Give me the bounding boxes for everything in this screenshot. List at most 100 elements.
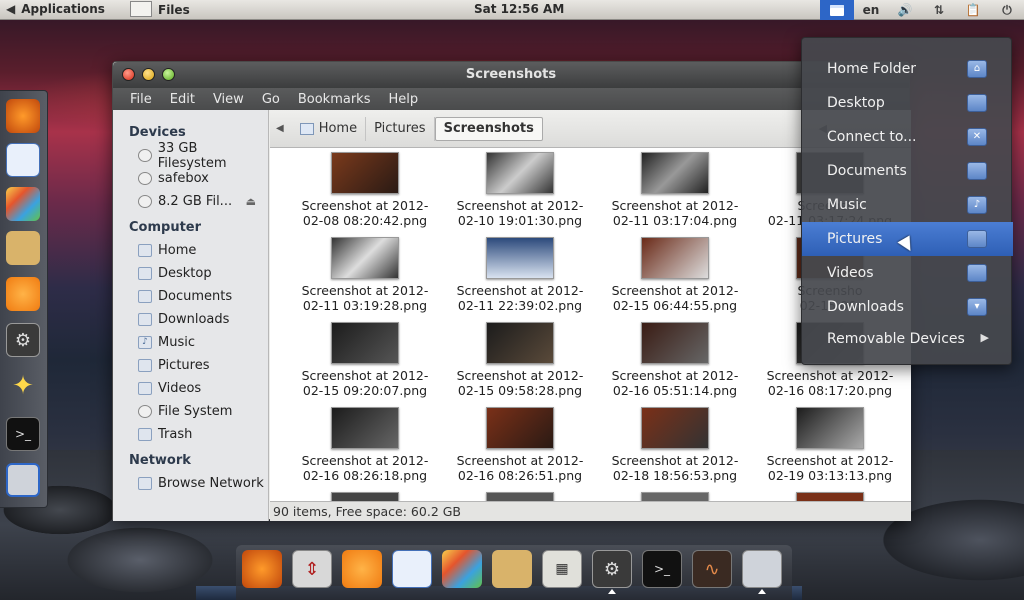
maximize-button[interactable] <box>162 68 175 81</box>
window-titlebar[interactable]: Screenshots <box>113 62 909 88</box>
file-name-line: 02-19 03:13:13.png <box>767 468 893 483</box>
file-item[interactable]: Screenshot at 2012- 02-08 08:20:42.png <box>290 148 440 228</box>
back-arrow-icon: ◀ <box>6 2 16 16</box>
text-editor-icon[interactable] <box>492 550 532 588</box>
menu-help[interactable]: Help <box>379 92 427 107</box>
file-item-partial[interactable] <box>290 488 440 501</box>
file-name-line: Screenshot at 2012- <box>456 283 584 298</box>
file-name-line: Screenshot at 2012- <box>456 453 584 468</box>
terminal-icon[interactable]: >_ <box>642 550 682 588</box>
file-item[interactable]: Screenshot at 2012- 02-15 09:20:07.png <box>290 318 440 398</box>
file-item-partial[interactable] <box>600 488 750 501</box>
sidebar-item-home[interactable]: Home <box>113 239 268 262</box>
thumbnail <box>486 407 554 449</box>
file-item[interactable]: Screenshot at 2012- 02-11 22:39:02.png <box>445 233 595 313</box>
sidebar-item-videos[interactable]: Videos <box>113 377 268 400</box>
menu-item-removable-devices[interactable]: Removable Devices ▶ <box>802 322 1013 356</box>
terminal-icon[interactable]: >_ <box>6 417 40 451</box>
clock[interactable]: Sat 12:56 AM <box>474 2 564 16</box>
file-item-partial[interactable] <box>445 488 595 501</box>
file-name-line: Screenshot at 2012- <box>301 283 429 298</box>
paint-palette-icon[interactable] <box>442 550 482 588</box>
menu-item-documents[interactable]: Documents <box>802 154 1013 188</box>
file-item[interactable]: Screenshot at 2012- 02-10 19:01:30.png <box>445 148 595 228</box>
menu-item-music[interactable]: Music ♪ <box>802 188 1013 222</box>
file-cabinet-icon[interactable] <box>6 463 40 497</box>
sidebar-item-file-system[interactable]: File System <box>113 400 268 423</box>
sidebar-item-downloads[interactable]: Downloads <box>113 308 268 331</box>
menu-item-videos[interactable]: Videos <box>802 256 1013 290</box>
file-item[interactable]: Screenshot at 2012- 02-15 06:44:55.png <box>600 233 750 313</box>
thumbnail <box>641 237 709 279</box>
running-indicator <box>758 589 766 594</box>
file-item[interactable]: Screenshot at 2012- 02-19 03:13:13.png <box>755 403 905 483</box>
breadcrumb-screenshots[interactable]: Screenshots <box>434 116 543 141</box>
writer-icon[interactable] <box>392 550 432 588</box>
session-icon[interactable]: ⏻ <box>990 0 1024 20</box>
sidebar-item-trash[interactable]: Trash <box>113 423 268 446</box>
files-app-indicator[interactable]: Files <box>130 1 190 17</box>
file-item[interactable]: Screenshot at 2012- 02-18 18:56:53.png <box>600 403 750 483</box>
paint-palette-icon[interactable] <box>6 187 40 221</box>
minimize-button[interactable] <box>142 68 155 81</box>
file-name-line: Screenshot at 2012- <box>456 198 584 213</box>
thumbnail <box>796 407 864 449</box>
calculator-icon[interactable]: ▦ <box>542 550 582 588</box>
menu-bookmarks[interactable]: Bookmarks <box>289 92 380 107</box>
menu-item-home-folder[interactable]: Home Folder ⌂ <box>802 52 1013 86</box>
sidebar-item-music[interactable]: ♪ Music <box>113 331 268 354</box>
network-icon[interactable]: ⇅ <box>922 0 956 20</box>
file-item[interactable]: Screenshot at 2012- 02-15 09:58:28.png <box>445 318 595 398</box>
settings-gear-icon[interactable]: ⚙ <box>6 323 40 357</box>
menu-item-downloads[interactable]: Downloads ▾ <box>802 290 1013 324</box>
sidebar-item-browse-network[interactable]: Browse Network <box>113 472 268 495</box>
file-item[interactable]: Screenshot at 2012- 02-11 03:17:04.png <box>600 148 750 228</box>
writer-icon[interactable] <box>6 143 40 177</box>
settings-gear-icon[interactable]: ⚙ <box>592 550 632 588</box>
system-monitor-icon[interactable]: ∿ <box>692 550 732 588</box>
firefox-icon[interactable] <box>242 550 282 588</box>
sidebar-item-filesystem-8gb[interactable]: 8.2 GB Fil... ⏏ <box>113 190 268 213</box>
thumbnail <box>486 237 554 279</box>
menu-view[interactable]: View <box>204 92 253 107</box>
clipboard-icon[interactable]: 📋 <box>956 0 990 20</box>
menu-edit[interactable]: Edit <box>161 92 204 107</box>
sidebar-item-desktop[interactable]: Desktop <box>113 262 268 285</box>
file-item[interactable]: Screenshot at 2012- 02-16 08:26:51.png <box>445 403 595 483</box>
volume-icon[interactable]: 🔊 <box>888 0 922 20</box>
file-item[interactable]: Screenshot at 2012- 02-11 03:19:28.png <box>290 233 440 313</box>
breadcrumb-pictures[interactable]: Pictures <box>366 116 435 141</box>
sidebar-item-pictures[interactable]: Pictures <box>113 354 268 377</box>
file-name-line: 02-11 22:39:02.png <box>457 298 583 313</box>
places-indicator[interactable] <box>820 0 854 20</box>
file-item[interactable]: Screenshot at 2012- 02-16 08:26:18.png <box>290 403 440 483</box>
firefox-icon[interactable] <box>6 99 40 133</box>
menu-go[interactable]: Go <box>253 92 289 107</box>
orange-app-icon[interactable] <box>342 550 382 588</box>
file-item-partial[interactable] <box>755 488 905 501</box>
breadcrumb-home[interactable]: Home <box>292 116 367 141</box>
eject-icon[interactable]: ⏏ <box>246 195 256 208</box>
keyboard-layout-indicator[interactable]: en <box>854 0 888 20</box>
videos-icon <box>138 382 152 395</box>
text-editor-icon[interactable] <box>6 231 40 265</box>
running-indicator <box>608 589 616 594</box>
sidebar-item-label: Browse Network <box>158 476 264 491</box>
close-button[interactable] <box>122 68 135 81</box>
update-manager-icon[interactable]: ⇕ <box>292 550 332 588</box>
star-icon[interactable]: ✦ <box>6 369 40 403</box>
sidebar-item-filesystem-33gb[interactable]: 33 GB Filesystem <box>113 141 268 171</box>
sidebar-heading-computer: Computer <box>129 220 202 235</box>
file-item[interactable]: Screenshot at 2012- 02-16 05:51:14.png <box>600 318 750 398</box>
downloads-icon <box>138 313 152 326</box>
menu-file[interactable]: File <box>121 92 161 107</box>
sidebar-item-documents[interactable]: Documents <box>113 285 268 308</box>
menu-item-connect-to[interactable]: Connect to... ✕ <box>802 120 1013 154</box>
orange-app-icon[interactable] <box>6 277 40 311</box>
thumbnail <box>486 152 554 194</box>
path-left-arrow-icon[interactable]: ◀ <box>276 123 284 134</box>
menu-item-desktop[interactable]: Desktop <box>802 86 1013 120</box>
file-cabinet-icon[interactable] <box>742 550 782 588</box>
applications-menu[interactable]: ◀ Applications <box>6 2 105 16</box>
sidebar-item-label: Trash <box>158 427 193 442</box>
